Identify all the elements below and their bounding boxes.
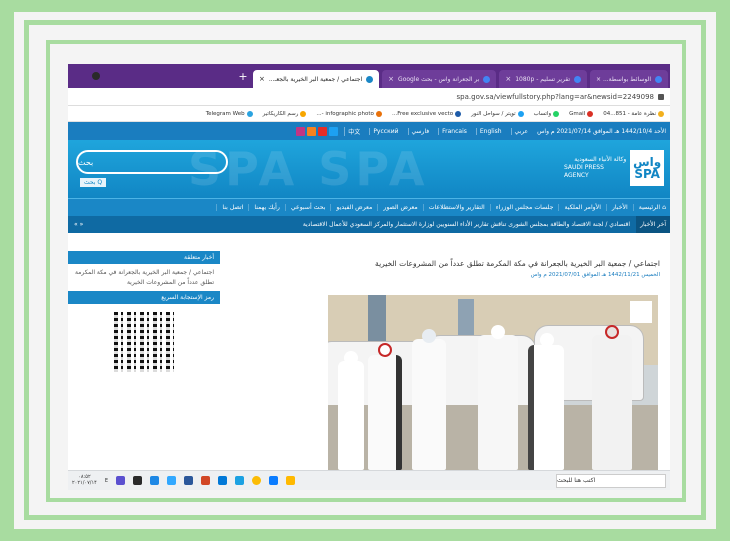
new-tab-button[interactable]: + — [236, 70, 250, 83]
logo-mark: واس SPA — [630, 150, 664, 186]
site-top-strip: الأحد 1442/10/4 هـ الموافق 2021/07/14 م … — [68, 122, 670, 140]
bookmark-icon — [375, 110, 382, 117]
rss-icon[interactable] — [307, 126, 317, 136]
bookmark-icon — [455, 110, 462, 117]
spa-logo[interactable]: واس SPA وكالة الأنباء السعودية SAUDI PRE… — [564, 146, 664, 190]
ticker-text[interactable]: اقتصادي / لجنة الاقتصاد والطاقة بمجلس ال… — [297, 221, 636, 228]
bookmark-icon — [300, 110, 307, 117]
lang-link[interactable]: English — [475, 127, 505, 135]
whatsapp-icon — [553, 110, 560, 117]
twitter-icon — [517, 110, 524, 117]
article-photo — [328, 295, 658, 470]
ticker-arrows[interactable]: « » — [68, 221, 83, 228]
lang-link[interactable]: 中文 — [344, 126, 363, 136]
bookmark-item[interactable]: واتساب — [534, 110, 560, 117]
taskbar-search[interactable]: اكتب هنا للبحث — [556, 473, 666, 488]
nav-item[interactable]: الأخبار — [605, 204, 633, 211]
bookmarks-bar: نظرة عامة - 851...04 Gmail واتساب تويتر … — [68, 106, 670, 122]
browser-tab-active[interactable]: اجتماعي / جمعية البر الخيرية بالجعـ... × — [253, 70, 380, 88]
youtube-icon[interactable] — [318, 126, 328, 136]
record-icon — [92, 72, 100, 80]
nav-item[interactable]: جلسات مجلس الوزراء — [489, 204, 559, 211]
close-icon[interactable]: × — [505, 75, 511, 83]
lang-link[interactable]: Pусский — [369, 127, 401, 135]
browser-tab[interactable]: بر الجعرانة واس - بحث Google × — [382, 70, 497, 88]
related-news-item[interactable]: اجتماعي / جمعية البر الخيرية بالجعرانة ف… — [68, 264, 220, 291]
lang-link[interactable]: فارسي — [407, 127, 433, 135]
main-column: اجتماعي / جمعية البر الخيرية بالجعرانة ف… — [226, 251, 670, 470]
qr-code — [114, 312, 174, 373]
site-nav: ⌂ الرئيسية الأخبار الأوامر الملكية جلسات … — [68, 198, 670, 216]
edge-icon[interactable] — [218, 476, 228, 485]
sidebar: أخبار متعلقة اجتماعي / جمعية البر الخيري… — [68, 251, 220, 470]
app-icon[interactable] — [133, 476, 143, 485]
favicon-icon — [366, 75, 374, 83]
language-indicator[interactable]: E — [105, 478, 108, 484]
address-bar[interactable]: spa.gov.sa/viewfullstory.php?lang=ar&new… — [68, 88, 670, 106]
site-banner: SPA SPA واس SPA وكالة الأنباء السعودية S… — [68, 140, 670, 198]
screenshot: الوسائط بواسطة... × تقرير تسليم - 1080p ×… — [68, 64, 670, 490]
site-search-input[interactable]: بحث — [76, 150, 228, 174]
news-ticker: آخر الأخبار اقتصادي / لجنة الاقتصاد والط… — [68, 216, 670, 233]
nav-item[interactable]: بحث أسبوعي — [284, 204, 331, 211]
qr-header: رمز الإستجابة السريع — [68, 291, 220, 305]
site-date: الأحد 1442/10/4 هـ الموافق 2021/07/14 م … — [537, 127, 666, 135]
nav-item[interactable]: معرض الفيديو — [330, 204, 377, 211]
twitter-icon[interactable] — [329, 126, 339, 136]
powerpoint-icon[interactable] — [201, 476, 211, 485]
bookmark-icon — [658, 110, 664, 117]
browser-tab[interactable]: تقرير تسليم - 1080p × — [499, 70, 588, 88]
clock[interactable]: ۰۸:۵۲ ۲۰۲۱/۰۷/۱۴ — [72, 474, 97, 486]
article-meta: الخميس 1442/11/21 هـ الموافق 2021/07/01 … — [530, 272, 660, 278]
instagram-icon[interactable] — [296, 126, 306, 136]
taskbar: ۰۸:۵۲ ۲۰۲۱/۰۷/۱۴ E اكتب هنا للبحث — [68, 470, 670, 490]
nav-item[interactable]: معرض الصور — [377, 204, 422, 211]
close-icon[interactable]: × — [388, 75, 394, 83]
lock-icon — [658, 93, 664, 100]
related-news-header: أخبار متعلقة — [68, 251, 220, 264]
nav-home[interactable]: ⌂ الرئيسية — [632, 204, 670, 211]
photo-watermark-logo — [630, 301, 652, 323]
lang-link[interactable]: عربي — [510, 127, 532, 135]
bookmark-item[interactable]: رسم الكاريكاتير — [263, 110, 307, 117]
bookmark-item[interactable]: Telegram Web — [206, 110, 253, 117]
article-title: اجتماعي / جمعية البر الخيرية بالجعرانة ف… — [375, 259, 660, 268]
chrome-icon[interactable] — [252, 476, 262, 485]
browser-tab[interactable]: الوسائط بواسطة... × — [590, 70, 668, 88]
telegram-icon — [246, 110, 253, 117]
logo-text-ar: وكالة الأنباء السعودية — [574, 156, 627, 164]
close-icon[interactable]: × — [259, 75, 265, 83]
lang-link[interactable]: Francais — [438, 127, 470, 135]
nav-item[interactable]: اتصل بنا — [216, 204, 248, 211]
app-icon[interactable] — [269, 476, 279, 485]
home-icon: ⌂ — [662, 204, 666, 211]
page-content: اجتماعي / جمعية البر الخيرية بالجعرانة ف… — [68, 251, 670, 470]
bookmark-item[interactable]: infographic photo -... — [316, 110, 382, 117]
google-icon — [483, 75, 491, 83]
ticker-label: آخر الأخبار — [636, 216, 670, 233]
favicon-icon — [574, 75, 582, 83]
nav-item[interactable]: الأوامر الملكية — [558, 204, 605, 211]
favicon-icon — [655, 75, 662, 83]
app-icon[interactable] — [235, 476, 245, 485]
app-icon[interactable] — [116, 476, 126, 485]
bookmark-item[interactable]: Free exclusive vecto... — [392, 110, 462, 117]
word-icon[interactable] — [184, 476, 194, 485]
bookmark-item[interactable]: نظرة عامة - 851...04 — [603, 110, 664, 117]
photoshop-icon[interactable] — [167, 476, 177, 485]
nav-item[interactable]: التقارير والاستطلاعات — [422, 204, 490, 211]
gmail-icon — [587, 110, 594, 117]
bookmark-item[interactable]: Gmail — [569, 110, 594, 117]
nav-item[interactable]: رأيك يهمنا — [248, 204, 285, 211]
file-explorer-icon[interactable] — [286, 476, 296, 485]
app-icon[interactable] — [150, 476, 160, 485]
social-icons — [296, 126, 339, 136]
bookmark-item[interactable]: تويتر / سواحل النور — [471, 110, 524, 117]
browser-tab-bar: الوسائط بواسطة... × تقرير تسليم - 1080p ×… — [68, 64, 670, 88]
url-text: spa.gov.sa/viewfullstory.php?lang=ar&new… — [456, 92, 654, 101]
search-button[interactable]: Q بحث — [80, 178, 107, 187]
logo-text-en: SAUDI PRESS AGENCY — [564, 164, 604, 179]
